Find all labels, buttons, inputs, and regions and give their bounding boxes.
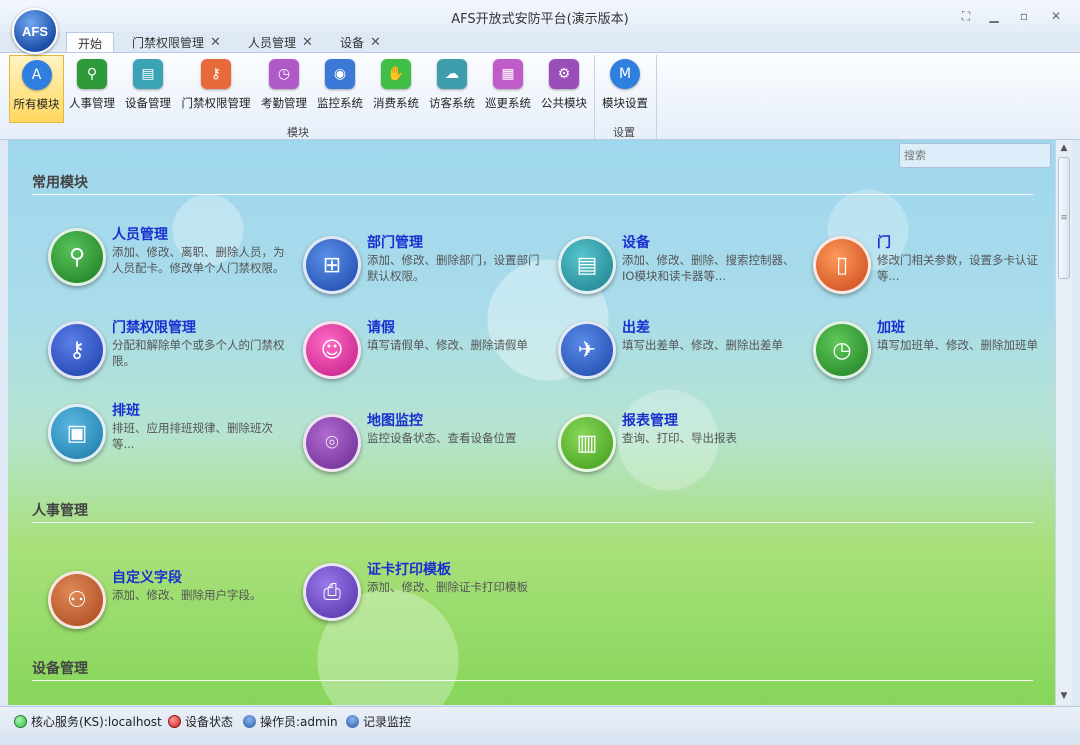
module-department[interactable]: ⊞ 部门管理 添加、修改、删除部门，设置部门默认权限。 (303, 232, 543, 302)
ribbon-visitor[interactable]: ☁ 访客系统 (425, 55, 479, 123)
status-core-service: 核心服务(KS):localhost (14, 713, 162, 730)
door-icon: ▯ (813, 236, 871, 294)
person-gear-icon: ⚲ (48, 228, 106, 286)
module-access-control[interactable]: ⚷ 门禁权限管理 分配和解除单个或多个人的门禁权限。 (48, 317, 288, 387)
title-bar: AFS开放式安防平台(演示版本) ⛶ ▁ ▫ ✕ (0, 0, 1080, 32)
card-print-icon: ⎙ (303, 563, 361, 621)
all-modules-icon: A (21, 60, 52, 90)
module-business-trip[interactable]: ✈ 出差 填写出差单、修改、删除出差单 (558, 317, 798, 387)
visitor-icon: ☁ (437, 59, 467, 89)
ribbon-module-settings[interactable]: M 模块设置 (598, 55, 652, 123)
eye-icon: ◉ (325, 59, 355, 89)
fullscreen-button[interactable]: ⛶ (955, 6, 977, 26)
module-scheduling[interactable]: ▣ 排班 排班、应用排班规律、删除班次等... (48, 400, 288, 470)
tab-close-icon[interactable]: ✕ (302, 35, 313, 50)
minimize-button[interactable]: ▁ (983, 6, 1005, 26)
ribbon-access-control[interactable]: ⚷ 门禁权限管理 (178, 55, 254, 123)
window-title: AFS开放式安防平台(演示版本) (451, 12, 629, 27)
status-device[interactable]: 设备状态 (168, 713, 233, 730)
module-map-monitor[interactable]: ⌾ 地图监控 监控设备状态、查看设备位置 (303, 410, 543, 480)
trip-icon: ✈ (558, 321, 616, 379)
module-device[interactable]: ▤ 设备 添加、修改、删除、搜索控制器、IO模块和读卡器等... (558, 232, 798, 302)
ribbon-group-modules-label: 模块 (287, 126, 309, 139)
scroll-up-icon[interactable]: ▲ (1056, 140, 1072, 156)
status-green-dot-icon (14, 715, 27, 728)
maximize-button[interactable]: ▫ (1013, 6, 1035, 26)
module-reports[interactable]: ▥ 报表管理 查询、打印、导出报表 (558, 410, 798, 480)
module-door[interactable]: ▯ 门 修改门相关参数，设置多卡认证等... (813, 232, 1053, 302)
ribbon-device-mgmt[interactable]: ▤ 设备管理 (122, 55, 174, 123)
record-monitor-icon (346, 715, 359, 728)
module-card-print-template[interactable]: ⎙ 证卡打印模板 添加、修改、删除证卡打印模板 (303, 559, 543, 629)
section-divider (32, 680, 1033, 681)
app-logo[interactable]: AFS (12, 8, 58, 54)
ribbon: A 所有模块 ⚲ 人事管理 ▤ 设备管理 ⚷ 门禁权限管理 ◷ 考勤管理 ◉ 监… (0, 52, 1080, 140)
module-personnel[interactable]: ⚲ 人员管理 添加、修改、离职、删除人员，为人员配卡。修改单个人门禁权限。 (48, 224, 288, 294)
leave-icon: ☺ (303, 321, 361, 379)
tab-access-control[interactable]: 门禁权限管理 ✕ (124, 32, 229, 52)
person-icon: ⚲ (77, 59, 107, 89)
section-divider (32, 194, 1033, 195)
ribbon-hr[interactable]: ⚲ 人事管理 (66, 55, 118, 123)
ribbon-patrol[interactable]: ▦ 巡更系统 (481, 55, 535, 123)
schedule-icon: ▣ (48, 404, 106, 462)
scroll-down-icon[interactable]: ▼ (1056, 688, 1072, 704)
search-input[interactable] (899, 143, 1051, 168)
tab-start[interactable]: 开始 (66, 32, 114, 53)
close-window-button[interactable]: ✕ (1045, 6, 1067, 26)
module-custom-field[interactable]: ⚇ 自定义字段 添加、修改、删除用户字段。 (48, 567, 288, 637)
section-divider (32, 522, 1033, 523)
ribbon-consumption[interactable]: ✋ 消费系统 (369, 55, 423, 123)
ribbon-attendance[interactable]: ◷ 考勤管理 (257, 55, 311, 123)
minimize-icon: ▁ (989, 9, 999, 23)
status-record-monitor[interactable]: 记录监控 (346, 713, 411, 730)
device-icon: ▤ (133, 59, 163, 89)
org-chart-icon: ⊞ (303, 236, 361, 294)
main-content: 常用模块 ⚲ 人员管理 添加、修改、离职、删除人员，为人员配卡。修改单个人门禁权… (8, 140, 1055, 705)
clock-icon: ◷ (269, 59, 299, 89)
consume-icon: ✋ (381, 59, 411, 89)
tab-close-icon[interactable]: ✕ (370, 35, 381, 50)
gear-icon: ⚙ (549, 59, 579, 89)
tab-devices[interactable]: 设备 ✕ (332, 32, 389, 52)
custom-field-icon: ⚇ (48, 571, 106, 629)
overtime-icon: ◷ (813, 321, 871, 379)
patrol-icon: ▦ (493, 59, 523, 89)
report-chart-icon: ▥ (558, 414, 616, 472)
user-icon (243, 715, 256, 728)
device-icon: ▤ (558, 236, 616, 294)
close-icon: ✕ (1050, 9, 1062, 23)
key-gear-icon: ⚷ (48, 321, 106, 379)
ribbon-group-settings-label: 设置 (613, 126, 635, 139)
access-key-icon: ⚷ (201, 59, 231, 89)
ribbon-separator (594, 55, 595, 139)
section-title-common: 常用模块 (32, 175, 88, 191)
module-leave[interactable]: ☺ 请假 填写请假单、修改、删除请假单 (303, 317, 543, 387)
fullscreen-icon: ⛶ (961, 8, 971, 23)
status-bar: 核心服务(KS):localhost 设备状态 操作员:admin 记录监控 (0, 706, 1080, 745)
vertical-scrollbar[interactable]: ▲ ≡ ▼ (1055, 140, 1072, 705)
status-red-dot-icon (168, 715, 181, 728)
module-overtime[interactable]: ◷ 加班 填写加班单、修改、删除加班单 (813, 317, 1053, 387)
status-operator: 操作员:admin (243, 713, 338, 730)
ribbon-common[interactable]: ⚙ 公共模块 (537, 55, 591, 123)
ribbon-all-modules[interactable]: A 所有模块 (9, 55, 64, 123)
tab-personnel[interactable]: 人员管理 ✕ (240, 32, 321, 52)
ribbon-separator (656, 55, 657, 139)
section-title-device: 设备管理 (32, 661, 88, 677)
tab-close-icon[interactable]: ✕ (210, 35, 221, 50)
tab-bar: 开始 门禁权限管理 ✕ 人员管理 ✕ 设备 ✕ (0, 32, 1080, 53)
scroll-thumb[interactable]: ≡ (1058, 157, 1070, 279)
map-pin-icon: ⌾ (303, 414, 361, 472)
module-settings-icon: M (610, 59, 640, 89)
section-title-hr: 人事管理 (32, 503, 88, 519)
maximize-icon: ▫ (1019, 9, 1029, 23)
ribbon-surveillance[interactable]: ◉ 监控系统 (313, 55, 367, 123)
